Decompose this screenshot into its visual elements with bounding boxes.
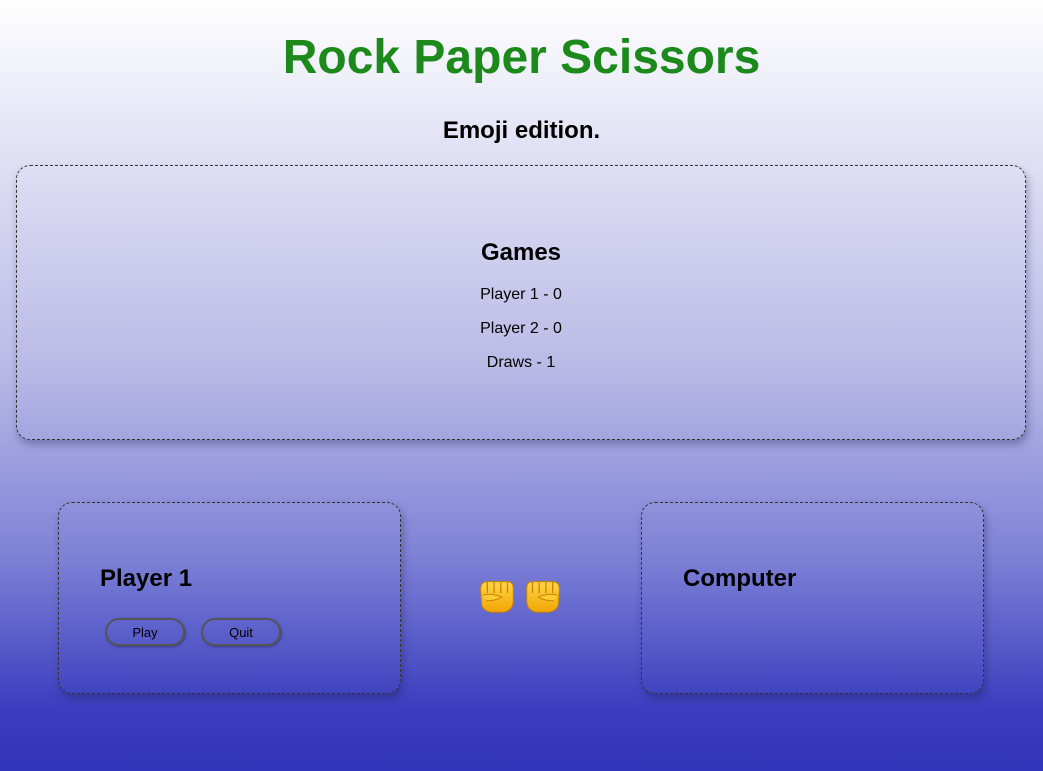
player1-score: Player 1 - 0 — [480, 286, 562, 303]
fists-display — [473, 572, 573, 620]
player2-score: Player 2 - 0 — [480, 320, 562, 337]
fist-emoji-icon — [480, 581, 514, 613]
draws-score: Draws - 1 — [486, 354, 556, 371]
play-button[interactable]: Play — [105, 618, 185, 646]
player1-title: Player 1 — [100, 565, 193, 592]
scoreboard-panel: Games Player 1 - 0 Player 2 - 0 Draws - … — [16, 165, 1026, 440]
scoreboard-title: Games — [480, 239, 562, 266]
computer-card: Computer — [641, 502, 984, 694]
computer-title: Computer — [683, 565, 797, 592]
player1-card: Player 1 Play Quit — [58, 502, 401, 694]
quit-button[interactable]: Quit — [201, 618, 281, 646]
page-subtitle: Emoji edition. — [442, 117, 601, 144]
fist-emoji-icon — [526, 581, 560, 613]
page-title: Rock Paper Scissors — [282, 31, 761, 84]
